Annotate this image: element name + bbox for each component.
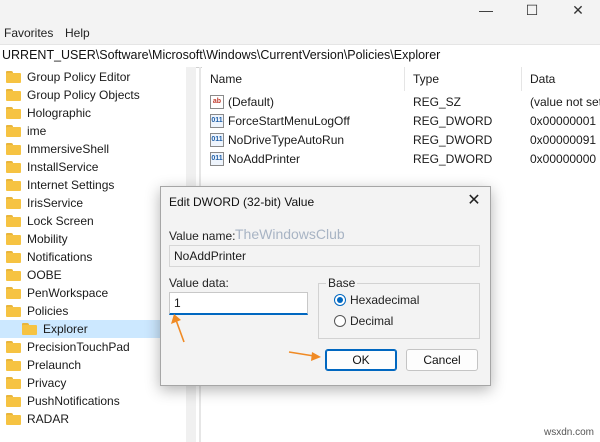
footer-watermark: wsxdn.com (544, 427, 595, 438)
arrow-to-ok-button (288, 351, 321, 361)
annotation-arrows (171, 314, 321, 361)
arrow-to-value-data (171, 314, 185, 343)
